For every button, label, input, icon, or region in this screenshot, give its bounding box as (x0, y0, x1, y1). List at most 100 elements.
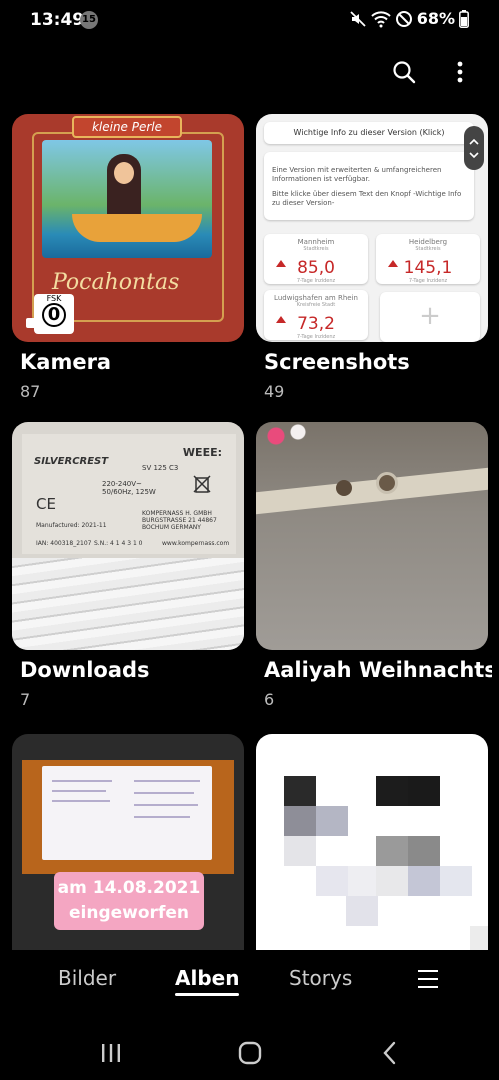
stat-card: Mannheim Stadtkreis 85,0 7-Tage Inzidenz (264, 234, 368, 284)
book-title: Pocahontas (52, 270, 180, 295)
serial-text: S.N.: 4 1 4 3 1 0 (94, 540, 143, 547)
stat-card: Heidelberg Stadtkreis 145,1 7-Tage Inzid… (376, 234, 480, 284)
manufactured-text: Manufactured: 2021-11 (36, 522, 107, 529)
fsk-rating-badge: FSK 0 (34, 294, 74, 334)
album-count: 49 (264, 382, 285, 401)
stat-kind: Stadtkreis (415, 246, 441, 252)
recycle-bin-icon (193, 475, 211, 493)
stat-sub: 7-Tage Inzidenz (296, 278, 336, 284)
status-icons: 68% (349, 9, 469, 28)
album-thumbnail[interactable]: Wichtige Info zu dieser Version (Klick) … (256, 114, 488, 342)
album-name: Downloads (20, 658, 150, 682)
album-card[interactable]: am 14.08.2021 eingeworfen (12, 734, 244, 950)
brand-text: SILVERCREST (34, 456, 109, 467)
album-thumbnail[interactable] (256, 734, 488, 950)
album-screenshots[interactable]: Wichtige Info zu dieser Version (Klick) … (256, 114, 488, 401)
tab-storys[interactable]: Storys (289, 966, 352, 990)
ce-mark-icon: CE (36, 495, 56, 512)
add-icon: + (380, 292, 480, 342)
album-pixelated[interactable] (256, 734, 488, 950)
ian-text: IAN: 400318_2107 (36, 540, 92, 547)
trend-up-icon (276, 316, 286, 323)
album-aaliyah-weihnachts[interactable]: Aaliyah Weihnachts... 6 (256, 422, 492, 709)
sticker-line-2: eingeworfen (69, 903, 189, 923)
screw-hole (336, 480, 352, 496)
stat-city: Ludwigshafen am Rhein (274, 294, 358, 302)
battery-percentage: 68% (416, 9, 455, 28)
tab-label: Alben (175, 966, 240, 990)
pixel-block (316, 866, 348, 896)
info-text-preview: Eine Version mit erweiterten & umfangrei… (264, 152, 474, 220)
top-action-bar (389, 56, 475, 88)
pixel-block (376, 776, 408, 806)
weee-text: WEEE: (182, 446, 222, 459)
svg-text:CE: CE (36, 495, 56, 512)
flower-decoration (256, 422, 316, 452)
handwriting-line (52, 800, 110, 802)
album-thumbnail[interactable]: am 14.08.2021 eingeworfen (12, 734, 244, 950)
search-button[interactable] (389, 56, 419, 88)
fsk-value: 0 (42, 303, 66, 327)
figure-face (114, 162, 134, 184)
product-label: SILVERCREST WEEE: SV 125 C3 220-240V~ 50… (22, 434, 236, 554)
stat-sub: 7-Tage Inzidenz (408, 278, 448, 284)
pixel-block (284, 776, 316, 806)
camera-icon (26, 318, 40, 328)
info-text-2: Bitte klicke über diesem Text den Knopf … (272, 190, 462, 207)
do-not-disturb-icon (395, 10, 412, 27)
date-sticker: am 14.08.2021 eingeworfen (54, 872, 204, 930)
pixel-block (316, 806, 348, 836)
spec-text: 220-240V~ 50/60Hz, 125W (102, 480, 156, 496)
status-bar: 13:49 15 68% (0, 0, 499, 42)
album-count: 87 (20, 382, 41, 401)
stat-sub: 7-Tage Inzidenz (296, 334, 336, 340)
pixel-block (408, 776, 440, 806)
album-thumbnail[interactable]: SILVERCREST WEEE: SV 125 C3 220-240V~ 50… (12, 422, 244, 650)
stat-city: Heidelberg (408, 238, 448, 246)
album-count: 7 (20, 690, 31, 709)
pixel-block (470, 926, 488, 950)
handwriting-line (134, 792, 194, 794)
url-text: www.kompernass.com (162, 540, 230, 547)
pixel-block (346, 896, 378, 926)
cable-coil (12, 558, 244, 650)
scroll-arrows-icon (464, 126, 484, 170)
maker-text: KOMPERNASS H. GMBH BURGSTRASSE 21 44867 … (142, 510, 217, 531)
book-banner: kleine Perle (72, 116, 182, 138)
more-options-icon (457, 61, 463, 83)
handwriting-line (52, 780, 112, 782)
menu-icon[interactable] (418, 970, 438, 988)
recent-apps-icon[interactable] (98, 1040, 124, 1066)
tab-alben[interactable]: Alben (175, 966, 240, 996)
home-icon[interactable] (237, 1040, 263, 1066)
active-tab-indicator (175, 993, 240, 996)
handwriting-line (134, 804, 198, 806)
mute-icon (350, 10, 366, 27)
back-icon[interactable] (377, 1040, 403, 1066)
stat-city: Mannheim (297, 238, 335, 246)
fsk-label: FSK (46, 294, 62, 303)
bottom-tab-bar: Bilder Alben Storys (0, 966, 499, 1010)
handwriting-line (52, 790, 106, 792)
album-name: Kamera (20, 350, 112, 374)
pixel-block (284, 836, 316, 866)
album-downloads[interactable]: SILVERCREST WEEE: SV 125 C3 220-240V~ 50… (12, 422, 244, 709)
tab-bilder[interactable]: Bilder (58, 966, 116, 990)
pixel-block (376, 866, 408, 896)
album-count: 6 (264, 690, 275, 709)
stat-card: Ludwigshafen am Rhein Kreisfreie Stadt 7… (264, 290, 368, 340)
pixel-block (408, 836, 440, 866)
wifi-icon (371, 10, 391, 27)
album-thumbnail[interactable] (256, 422, 488, 650)
search-icon (393, 61, 416, 84)
album-thumbnail[interactable]: kleine Perle Pocahontas FSK 0 (12, 114, 244, 342)
screw-hole (376, 472, 398, 494)
album-kamera[interactable]: kleine Perle Pocahontas FSK 0 Kamera 87 (12, 114, 244, 401)
info-button-preview: Wichtige Info zu dieser Version (Klick) (264, 122, 474, 144)
pixel-block (408, 866, 440, 896)
clock: 13:49 (30, 10, 85, 30)
more-options-button[interactable] (445, 56, 475, 88)
battery-icon (459, 9, 469, 28)
pixel-block (376, 836, 408, 866)
stat-kind: Kreisfreie Stadt (296, 302, 336, 308)
